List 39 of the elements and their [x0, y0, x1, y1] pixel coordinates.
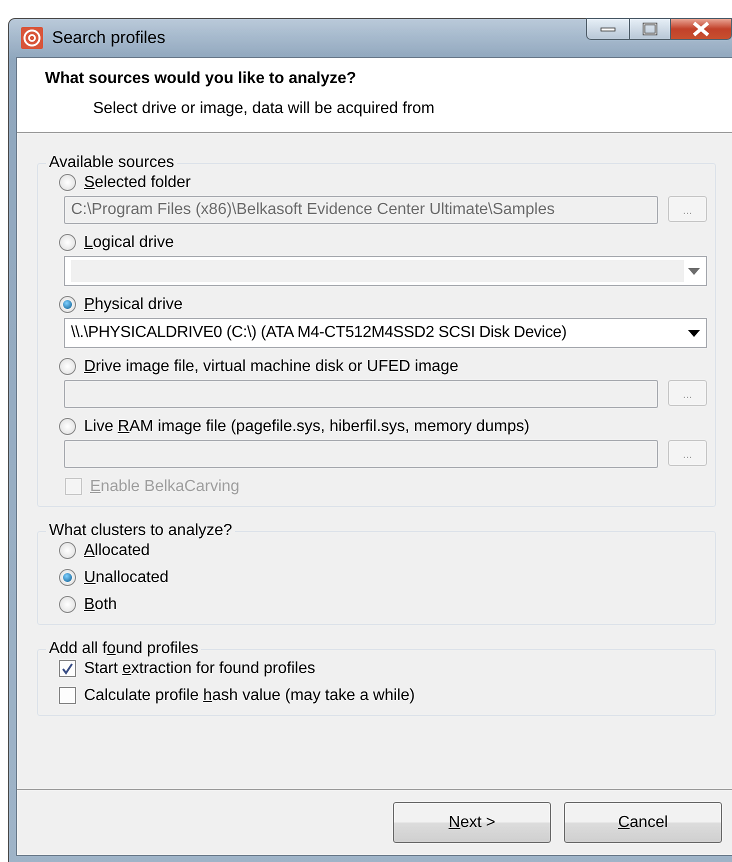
- close-icon: [691, 21, 711, 37]
- checkbox-label[interactable]: Start extraction for found profiles: [84, 656, 316, 680]
- checkbox[interactable]: [59, 660, 76, 677]
- radio-label[interactable]: Unallocated: [84, 566, 169, 590]
- radio-button[interactable]: [59, 174, 76, 191]
- checkbox-label[interactable]: Calculate profile hash value (may take a while): [84, 684, 415, 708]
- radio-button[interactable]: [59, 569, 76, 586]
- radio-label[interactable]: Drive image file, virtual machine disk or UFED image: [84, 354, 458, 378]
- radio-button[interactable]: [59, 234, 76, 251]
- minimize-icon: [600, 26, 616, 32]
- header-subtitle: Select drive or image, data will be acquired from: [93, 99, 436, 119]
- radio-label[interactable]: Both: [84, 592, 117, 616]
- maximize-icon: [642, 22, 658, 36]
- radio-label[interactable]: Physical drive: [84, 292, 183, 316]
- radio-button[interactable]: [59, 418, 76, 435]
- checkbox[interactable]: [59, 687, 76, 704]
- checkmark-icon: [61, 662, 74, 675]
- dialog-button[interactable]: Cancel: [564, 802, 722, 843]
- radio-label[interactable]: Allocated: [84, 538, 150, 562]
- radio-button[interactable]: [59, 596, 76, 613]
- dropdown-arrow-icon: [688, 268, 700, 274]
- maximize-button[interactable]: [630, 18, 670, 40]
- drive-dropdown[interactable]: \\.\PHYSICALDRIVE0 (C:\) (ATA M4-CT512M4SSD2 SCSI Disk Device): [64, 318, 707, 348]
- dialog-button[interactable]: Next >: [393, 802, 551, 843]
- dropdown-arrow-icon: [688, 330, 700, 336]
- radio-label[interactable]: Live RAM image file (pagefile.sys, hiberfil.sys, memory dumps): [84, 414, 530, 438]
- radio-label[interactable]: Logical drive: [84, 230, 174, 254]
- group-label: Add all found profiles: [48, 639, 200, 659]
- header-heading: What sources would you like to analyze?: [45, 69, 358, 89]
- window-title: Search profiles: [52, 27, 166, 50]
- group-label: What clusters to analyze?: [48, 521, 234, 541]
- group-label: Available sources: [48, 153, 176, 173]
- minimize-button[interactable]: [586, 18, 630, 40]
- radio-button[interactable]: [59, 358, 76, 375]
- radio-label[interactable]: Selected folder: [84, 170, 191, 194]
- radio-button[interactable]: [59, 542, 76, 559]
- radio-button[interactable]: [59, 296, 76, 313]
- close-button[interactable]: [670, 18, 732, 40]
- app-logo-icon: [20, 26, 44, 50]
